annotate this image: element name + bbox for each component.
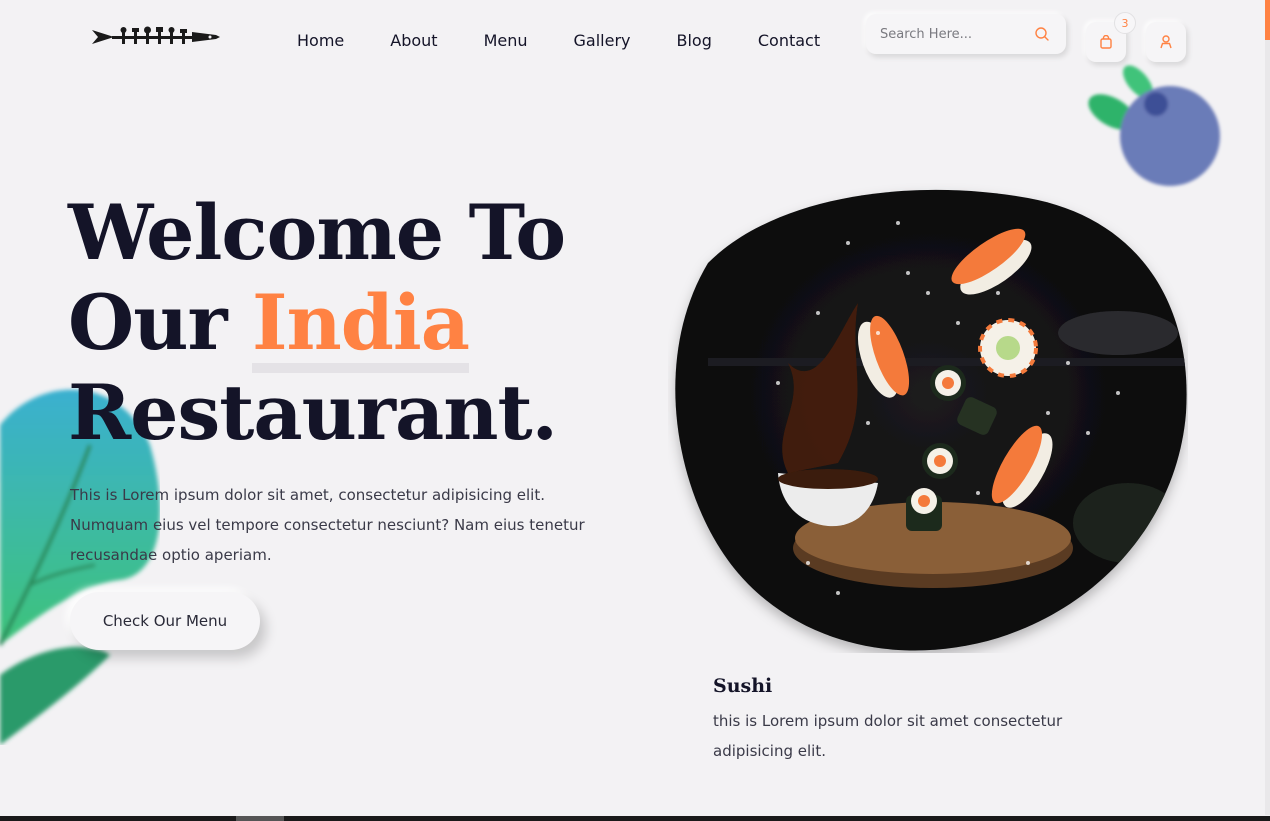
check-menu-button[interactable]: Check Our Menu: [70, 592, 260, 650]
hero-title: Welcome To Our India Restaurant.: [68, 188, 566, 458]
search-icon[interactable]: [1034, 26, 1050, 42]
search-box: [866, 14, 1066, 54]
vertical-scrollbar[interactable]: [1265, 0, 1270, 815]
search-input[interactable]: [880, 24, 1030, 44]
horizontal-scrollbar[interactable]: [0, 816, 1270, 821]
horizontal-scrollbar-thumb[interactable]: [236, 816, 284, 821]
vertical-scrollbar-thumb[interactable]: [1265, 0, 1270, 40]
user-icon: [1160, 35, 1172, 49]
nav-blog[interactable]: Blog: [676, 31, 711, 51]
nav-home[interactable]: Home: [297, 31, 344, 51]
shopping-bag-icon: [1100, 35, 1112, 49]
hero-title-line2-prefix: Our: [68, 278, 227, 367]
hero-title-line3: Restaurant.: [68, 368, 558, 457]
hero-title-accent: India: [251, 278, 470, 367]
cart-count-badge: 3: [1114, 12, 1136, 34]
main-nav: Home About Menu Gallery Blog Contact: [297, 31, 820, 51]
dish-name: Sushi: [713, 675, 773, 697]
nav-about[interactable]: About: [390, 31, 437, 51]
nav-contact[interactable]: Contact: [758, 31, 820, 51]
dish-description: this is Lorem ipsum dolor sit amet conse…: [713, 712, 1063, 760]
blueberry-decoration: [1088, 65, 1220, 186]
sushi-image: [675, 189, 1187, 651]
cutlery-logo[interactable]: [92, 24, 220, 50]
nav-menu[interactable]: Menu: [484, 31, 528, 51]
hero-description: This is Lorem ipsum dolor sit amet, cons…: [70, 486, 585, 564]
nav-gallery[interactable]: Gallery: [574, 31, 631, 51]
hero-title-line1: Welcome To: [68, 188, 566, 277]
user-button[interactable]: [1146, 22, 1186, 62]
